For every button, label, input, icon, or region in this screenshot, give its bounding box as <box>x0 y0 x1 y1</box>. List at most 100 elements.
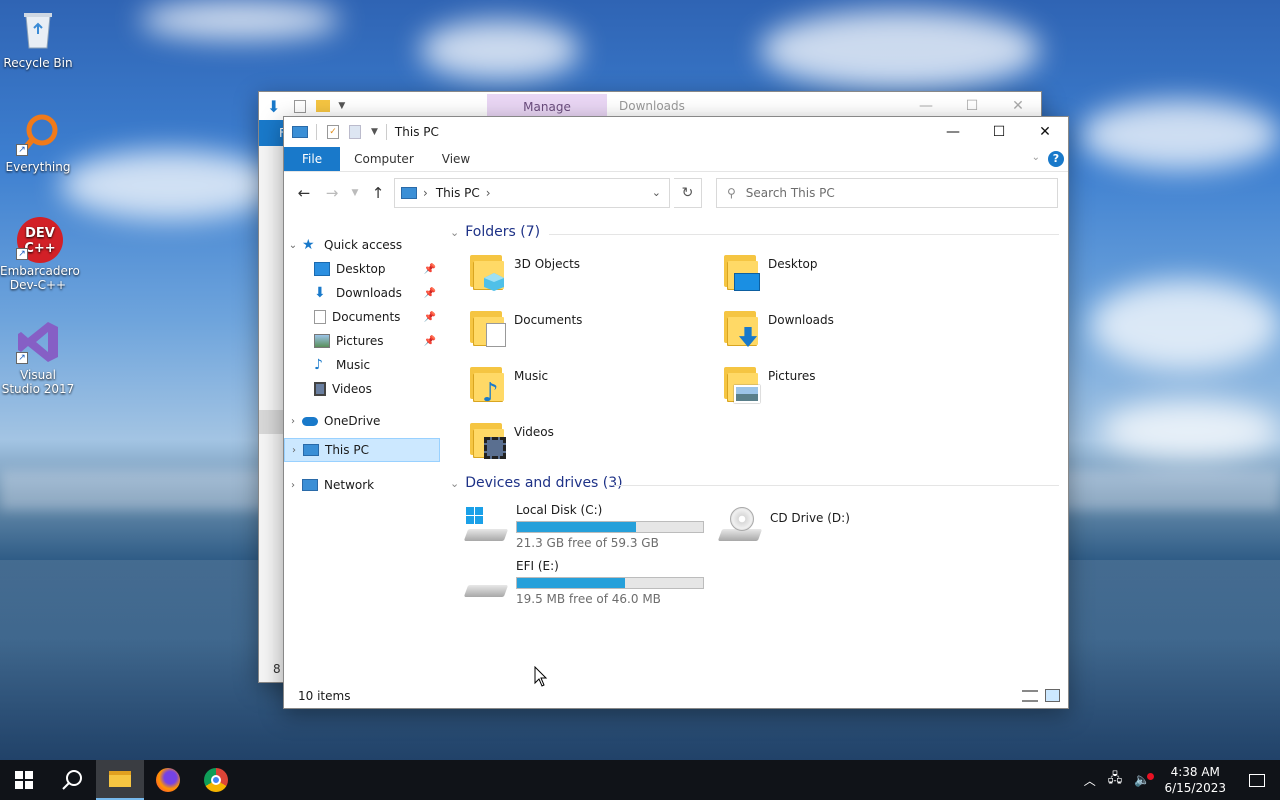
tab-computer[interactable]: Computer <box>340 147 428 171</box>
title-bar[interactable]: ✓ ▼ This PC — ☐ ✕ <box>284 117 1068 147</box>
folder-pictures[interactable]: Pictures <box>722 363 962 415</box>
documents-folder-icon <box>468 307 506 347</box>
tree-documents[interactable]: Documents 📌 <box>284 305 440 329</box>
this-pc-window[interactable]: ✓ ▼ This PC — ☐ ✕ File Computer View ⌄ ?… <box>283 116 1069 709</box>
onedrive-cloud-icon <box>302 416 318 426</box>
network-status-icon[interactable]: 🖧 <box>1102 769 1129 791</box>
folder-documents[interactable]: Documents <box>468 307 708 359</box>
breadcrumb-separator[interactable]: › <box>423 186 428 200</box>
folder-desktop[interactable]: Desktop <box>722 251 962 303</box>
documents-icon <box>314 310 326 324</box>
search-placeholder: Search This PC <box>745 185 835 200</box>
folder-3d-objects[interactable]: 3D Objects <box>468 251 708 303</box>
tree-music[interactable]: ♪ Music <box>284 353 440 377</box>
tab-view[interactable]: View <box>428 147 484 171</box>
new-folder-icon[interactable] <box>349 125 361 139</box>
address-dropdown-icon[interactable]: ⌄ <box>652 186 661 199</box>
collapse-chevron-icon[interactable]: ⌄ <box>450 226 459 239</box>
desktop-icon-label: Recycle Bin <box>3 56 73 70</box>
action-center-button[interactable] <box>1234 760 1280 800</box>
recent-locations-icon[interactable]: ▼ <box>348 188 362 198</box>
collapsed-chevron-icon[interactable]: › <box>284 416 302 427</box>
downloads-window-title: Downloads <box>619 99 685 113</box>
desktop-folder-icon <box>722 251 760 291</box>
address-bar[interactable]: › This PC › ⌄ <box>394 177 670 208</box>
expanded-chevron-icon[interactable]: ⌄ <box>284 240 302 251</box>
new-folder-icon <box>316 100 331 112</box>
taskbar-firefox[interactable] <box>144 760 192 800</box>
folder-music[interactable]: ♪ Music <box>468 363 708 415</box>
notification-icon <box>1249 773 1265 787</box>
collapsed-chevron-icon[interactable]: › <box>284 480 302 491</box>
start-button[interactable] <box>0 760 48 800</box>
shortcut-arrow-icon: ↗ <box>16 144 28 156</box>
folder-downloads[interactable]: Downloads <box>722 307 962 359</box>
dev-cpp-icon: DEV C++ ↗ <box>16 216 63 263</box>
properties-icon[interactable]: ✓ <box>327 125 339 139</box>
taskbar-chrome[interactable] <box>192 760 240 800</box>
star-icon: ★ <box>302 237 315 253</box>
drive-label: EFI (E:) <box>516 559 559 573</box>
desktop-icon-recycle-bin[interactable]: Recycle Bin <box>0 8 76 70</box>
pictures-folder-icon <box>722 363 760 403</box>
tree-label: Music <box>336 358 371 372</box>
collapsed-chevron-icon[interactable]: › <box>285 445 303 456</box>
system-tray: ︿ 🖧 🔈 4:38 AM 6/15/2023 <box>1078 760 1280 800</box>
tree-quick-access[interactable]: ⌄ ★ Quick access <box>284 233 440 257</box>
breadcrumb-separator[interactable]: › <box>486 186 491 200</box>
refresh-button[interactable]: ↻ <box>674 177 702 208</box>
navigation-pane: ⌄ ★ Quick access Desktop 📌 ⬇ Downloads 📌… <box>284 233 444 673</box>
folder-label: Documents <box>514 313 583 327</box>
folder-videos[interactable]: Videos <box>468 419 708 471</box>
help-icon[interactable]: ? <box>1048 151 1064 167</box>
download-arrow-icon: ⬇ <box>267 96 281 116</box>
large-icons-view-icon[interactable] <box>1045 689 1060 702</box>
desktop-icon-dev-cpp[interactable]: DEV C++ ↗ Embarcadero Dev-C++ <box>0 216 80 292</box>
group-divider <box>614 485 1059 486</box>
file-explorer-icon <box>109 771 131 787</box>
taskbar-file-explorer[interactable] <box>96 760 144 800</box>
details-view-icon[interactable] <box>1022 690 1038 702</box>
desktop-icon-everything[interactable]: ↗ Everything <box>0 112 76 174</box>
tree-this-pc[interactable]: › This PC <box>284 438 440 462</box>
tab-file[interactable]: File <box>284 147 341 171</box>
back-arrow-icon[interactable]: ← <box>292 184 316 202</box>
tree-videos[interactable]: Videos <box>284 377 440 401</box>
maximize-button[interactable]: ☐ <box>976 117 1022 147</box>
expand-ribbon-icon[interactable]: ⌄ <box>1032 152 1040 163</box>
recycle-bin-icon <box>16 8 60 52</box>
drive-d[interactable]: CD Drive (D:) <box>717 503 850 547</box>
volume-muted-icon[interactable]: 🔈 <box>1128 772 1156 788</box>
pin-icon: 📌 <box>423 263 436 275</box>
up-arrow-icon[interactable]: ↑ <box>366 184 390 202</box>
customize-toolbar-dropdown-icon[interactable]: ▼ <box>371 127 378 137</box>
tree-downloads[interactable]: ⬇ Downloads 📌 <box>284 281 440 305</box>
tree-pictures[interactable]: Pictures 📌 <box>284 329 440 353</box>
drive-e[interactable]: EFI (E:) 19.5 MB free of 46.0 MB <box>463 559 704 606</box>
forward-arrow-icon[interactable]: → <box>320 184 344 202</box>
pin-icon: 📌 <box>423 335 436 347</box>
drive-free-space: 21.3 GB free of 59.3 GB <box>516 536 659 550</box>
pin-icon: 📌 <box>423 311 436 323</box>
show-hidden-icons-icon[interactable]: ︿ <box>1078 772 1102 789</box>
tree-desktop[interactable]: Desktop 📌 <box>284 257 440 281</box>
minimize-button[interactable]: — <box>930 117 976 147</box>
breadcrumb-this-pc[interactable]: This PC <box>436 186 480 200</box>
desktop-icon-label: Visual Studio 2017 <box>1 368 75 396</box>
drive-c[interactable]: Local Disk (C:) 21.3 GB free of 59.3 GB <box>463 503 704 550</box>
collapse-chevron-icon[interactable]: ⌄ <box>450 477 459 490</box>
tree-onedrive[interactable]: › OneDrive <box>284 409 440 433</box>
folders-group-header[interactable]: ⌄ Folders (7) <box>450 224 540 240</box>
devices-group-header[interactable]: ⌄ Devices and drives (3) <box>450 475 623 491</box>
chrome-icon <box>204 768 228 792</box>
content-pane: ⌄ Folders (7) 3D Objects Desktop Documen… <box>444 221 1068 681</box>
clock[interactable]: 4:38 AM 6/15/2023 <box>1156 764 1234 796</box>
tree-label: Desktop <box>336 262 386 276</box>
close-button[interactable]: ✕ <box>1022 117 1068 147</box>
search-button[interactable] <box>48 760 96 800</box>
folder-label: Pictures <box>768 369 816 383</box>
window-title: This PC <box>394 125 439 139</box>
tree-network[interactable]: › Network <box>284 473 440 497</box>
desktop-icon-visual-studio[interactable]: ↗ Visual Studio 2017 <box>0 320 76 396</box>
search-box[interactable]: ⚲ Search This PC <box>716 177 1058 208</box>
